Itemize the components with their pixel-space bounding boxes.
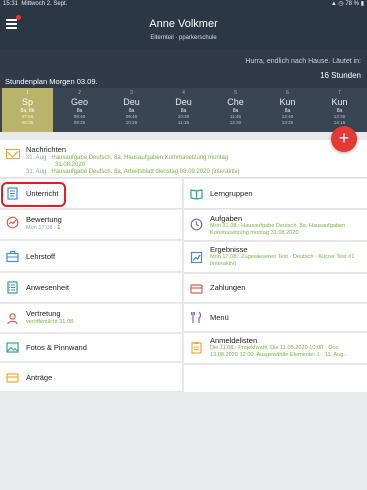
tile-menue[interactable]: Menü — [184, 304, 367, 332]
tile-title: Lerngruppen — [210, 189, 253, 198]
clock-icon — [190, 218, 203, 231]
lesson-number: 6 — [286, 90, 289, 96]
lesson-end: 14:15 — [333, 119, 346, 125]
messages-title: Nachrichten — [26, 145, 67, 154]
lesson-end: 12:30 — [229, 119, 242, 125]
tile-title: Ergebnisse — [210, 245, 248, 254]
countdown-banner: Hurra, endlich nach Hause. Läutet in: 16… — [0, 50, 367, 88]
message-item-continued: 31.08.2020 — [55, 162, 86, 168]
lesson-4[interactable]: 4 Deu 8a 10:30 11:15 — [158, 88, 209, 132]
message-item[interactable]: 31. Aug Hausaufgabe Deutsch, 8a, Hausaufg… — [26, 155, 228, 161]
lesson-number: 7 — [338, 90, 341, 96]
tile-aufgaben[interactable]: Aufgaben Mon 31.08.: Hausaufgabe Deutsch… — [184, 210, 367, 241]
tile-vertretung[interactable]: Vertretung veröffentlicht 31.08. — [0, 304, 183, 333]
lesson-end: 11:15 — [177, 119, 190, 125]
checklist-icon — [6, 281, 19, 294]
lesson-3[interactable]: 3 Deu 8a 09:40 10:25 — [106, 88, 157, 132]
lesson-subject: Sp — [21, 97, 33, 107]
status-time-date: 15:31 Mittwoch 2. Sept. — [3, 1, 68, 7]
user-name[interactable]: Anne Volkmer — [0, 18, 367, 30]
status-battery: ▲ ◷ 78 % ▮ — [330, 1, 364, 7]
chart-icon — [190, 251, 203, 264]
schedule-title: Stundenplan Morgen 03.09. — [5, 77, 98, 86]
image-icon — [6, 341, 19, 354]
lesson-end: 10:25 — [125, 119, 138, 125]
tile-subtitle: Mon 17.08.: Zugewiesener Test · Deutsch … — [210, 254, 355, 267]
tile-ergebnisse[interactable]: Ergebnisse Mon 17.08.: Zugewiesener Test… — [184, 242, 367, 273]
lesson-number: 1 — [26, 90, 29, 96]
tile-subtitle: veröffentlicht 31.08. — [26, 319, 75, 325]
lesson-subject: Deu — [123, 97, 140, 107]
tile-title: Vertretung — [26, 309, 61, 318]
tile-title: Anträge — [26, 373, 53, 382]
tile-subtitle: Mon 17.08.: 1 — [26, 225, 61, 231]
tile-title: Lehrstoff — [26, 252, 56, 261]
lesson-subject: Geo — [70, 97, 88, 107]
lesson-end: 08:35 — [21, 119, 34, 125]
lesson-end: 13:25 — [281, 119, 294, 125]
clipboard-icon — [190, 341, 203, 354]
tile-anmeldelisten[interactable]: Anmeldelisten Die 11.08.: Projektwahl; D… — [184, 333, 367, 364]
lesson-subject: Kun — [331, 97, 348, 107]
tile-title: Fotos & Pinnwand — [26, 343, 87, 352]
message-item[interactable]: 31. Aug Hausaufgabe Deutsch, 8a, Arbeitsb… — [26, 169, 239, 175]
lesson-end: 09:25 — [73, 119, 86, 125]
banner-hours: 16 Stunden — [320, 71, 361, 80]
lesson-7[interactable]: 7 Kun 8a 13:30 14:15 — [314, 88, 365, 132]
card-icon — [190, 282, 203, 295]
messages-section[interactable]: Nachrichten 31. Aug Hausaufgabe Deutsch, … — [0, 140, 367, 178]
fork-knife-icon — [190, 311, 203, 324]
timetable-strip: 1 Sp 8a, 8b 07:50 08:35 2 Geo 8a 08:40 0… — [0, 88, 367, 132]
lesson-6[interactable]: 6 Kun 8a 12:40 13:25 — [262, 88, 313, 132]
highlight-box — [1, 182, 66, 207]
tile-antraege[interactable]: Anträge — [0, 363, 183, 392]
tile-title: Anmeldelisten — [210, 336, 258, 345]
chart-icon — [6, 216, 19, 229]
tile-zahlungen[interactable]: Zahlungen — [184, 274, 367, 303]
lesson-5[interactable]: 5 Che 8a 11:45 12:30 — [210, 88, 261, 132]
tile-fotos[interactable]: Fotos & Pinnwand — [0, 334, 183, 362]
status-bar: 15:31 Mittwoch 2. Sept. ▲ ◷ 78 % ▮ — [0, 0, 367, 9]
person-icon — [6, 312, 19, 325]
tile-title: Anwesenheit — [26, 283, 69, 292]
envelope-icon — [6, 149, 20, 159]
card-icon — [6, 371, 19, 384]
add-button[interactable]: + — [331, 126, 357, 152]
lesson-1[interactable]: 1 Sp 8a, 8b 07:50 08:35 — [2, 88, 53, 132]
tile-bewertung[interactable]: Bewertung Mon 17.08.: 1 — [0, 210, 183, 240]
tile-lehrstoff[interactable]: Lehrstoff — [0, 241, 183, 272]
tile-subtitle: Mon 31.08.: Hausaufgabe Deutsch, 8a, Hau… — [210, 223, 346, 236]
lesson-2[interactable]: 2 Geo 8a 08:40 09:25 — [54, 88, 105, 132]
lesson-subject: Deu — [175, 97, 192, 107]
tile-title: Zahlungen — [210, 283, 246, 292]
book-icon — [190, 187, 203, 200]
banner-message: Hurra, endlich nach Hause. Läutet in: — [245, 58, 361, 65]
tile-lerngruppen[interactable]: Lerngruppen — [184, 179, 367, 209]
tile-subtitle: Die 11.08.: Projektwahl; Die 11.08.2020 … — [210, 345, 348, 358]
lesson-subject: Che — [227, 97, 244, 107]
briefcase-icon — [6, 250, 19, 263]
lesson-number: 3 — [130, 90, 133, 96]
app-header: Anne Volkmer Elternteil · pparkerschule — [0, 9, 367, 50]
tile-title: Menü — [210, 313, 229, 322]
lesson-subject: Kun — [279, 97, 296, 107]
lesson-number: 2 — [78, 90, 81, 96]
tile-empty — [184, 365, 367, 392]
tile-title: Aufgaben — [210, 214, 243, 223]
lesson-number: 4 — [182, 90, 185, 96]
lesson-number: 5 — [234, 90, 237, 96]
user-role: Elternteil · pparkerschule — [150, 35, 217, 41]
tile-title: Bewertung — [26, 215, 62, 224]
tile-anwesenheit[interactable]: Anwesenheit — [0, 273, 183, 303]
